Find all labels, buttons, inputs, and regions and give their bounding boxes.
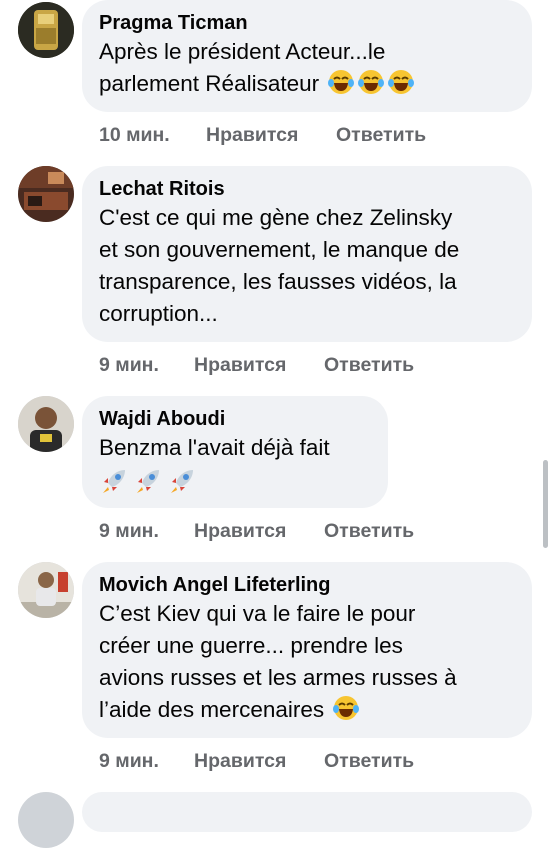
comment-author[interactable]: Wajdi Aboudi bbox=[99, 406, 370, 432]
comment-author[interactable]: Movich Angel Lifeterling bbox=[99, 572, 514, 598]
comment-text-line: Après le président Acteur...le bbox=[99, 39, 386, 64]
comment-text: Après le président Acteur...le parlement… bbox=[99, 36, 514, 100]
like-button[interactable]: Нравится bbox=[194, 519, 324, 543]
rocket-emoji-icon bbox=[137, 470, 159, 493]
avatar-image bbox=[18, 562, 74, 618]
reply-button[interactable]: Ответить bbox=[336, 123, 426, 147]
comment-text-line: transparence, les fausses vidéos, la bbox=[99, 269, 457, 294]
avatar[interactable] bbox=[18, 396, 74, 452]
comment-time[interactable]: 10 мин. bbox=[99, 123, 206, 147]
like-button[interactable]: Нравится bbox=[206, 123, 336, 147]
comment-text-line: parlement Réalisateur bbox=[99, 68, 514, 100]
scrollbar[interactable] bbox=[543, 460, 548, 548]
comment-text-line: C’est Kiev qui va le faire le pour bbox=[99, 601, 416, 626]
avatar-image bbox=[18, 2, 74, 58]
comment-text-line: créer une guerre... prendre les bbox=[99, 633, 403, 658]
comment-text-line: C'est ce qui me gène chez Zelinsky bbox=[99, 205, 453, 230]
comment-text-line: avions russes et les armes russes à bbox=[99, 665, 457, 690]
comment-actions: 9 мин. Нравится Ответить bbox=[99, 353, 414, 377]
comment-text: C'est ce qui me gène chez Zelinsky et so… bbox=[99, 202, 514, 330]
avatar[interactable] bbox=[18, 2, 74, 58]
comment-text: Benzma l'avait déjà fait bbox=[99, 432, 370, 498]
comment-text-line: corruption... bbox=[99, 301, 218, 326]
reply-button[interactable]: Ответить bbox=[324, 519, 414, 543]
comment-text-line: l’aide des mercenaires bbox=[99, 694, 514, 726]
like-button[interactable]: Нравится bbox=[194, 353, 324, 377]
comment-time[interactable]: 9 мин. bbox=[99, 519, 194, 543]
comment-text-line: l’aide des mercenaires bbox=[99, 697, 325, 722]
comment-bubble: Lechat Ritois C'est ce qui me gène chez … bbox=[82, 166, 532, 342]
comment-bubble bbox=[82, 792, 532, 832]
comment-emojis bbox=[99, 464, 370, 498]
rocket-emoji-icon bbox=[103, 470, 125, 493]
comment-time[interactable]: 9 мин. bbox=[99, 353, 194, 377]
reply-button[interactable]: Ответить bbox=[324, 749, 414, 773]
comment-bubble: Wajdi Aboudi Benzma l'avait déjà fait bbox=[82, 396, 388, 508]
avatar-image bbox=[18, 396, 74, 452]
laughing-tears-emoji-icon bbox=[388, 70, 415, 94]
comment-actions: 10 мин. Нравится Ответить bbox=[99, 123, 426, 147]
comment-text: C’est Kiev qui va le faire le pour créer… bbox=[99, 598, 514, 726]
rocket-emoji-icon bbox=[171, 470, 193, 493]
comment-text-line: et son gouvernement, le manque de bbox=[99, 237, 460, 262]
avatar[interactable] bbox=[18, 792, 74, 848]
avatar[interactable] bbox=[18, 166, 74, 222]
comment-time[interactable]: 9 мин. bbox=[99, 749, 194, 773]
comment-author[interactable]: Pragma Ticman bbox=[99, 10, 514, 36]
comment-actions: 9 мин. Нравится Ответить bbox=[99, 519, 414, 543]
comment-bubble: Movich Angel Lifeterling C’est Kiev qui … bbox=[82, 562, 532, 738]
reply-button[interactable]: Ответить bbox=[324, 353, 414, 377]
avatar-image bbox=[18, 166, 74, 222]
like-button[interactable]: Нравится bbox=[194, 749, 324, 773]
comment-author[interactable]: Lechat Ritois bbox=[99, 176, 514, 202]
comment-text-line: Benzma l'avait déjà fait bbox=[99, 435, 330, 460]
laughing-tears-emoji-icon bbox=[333, 696, 360, 720]
comment-actions: 9 мин. Нравится Ответить bbox=[99, 749, 414, 773]
comment-text-line: parlement Réalisateur bbox=[99, 71, 320, 96]
laughing-tears-emoji-icon bbox=[328, 70, 355, 94]
comment-bubble: Pragma Ticman Après le président Acteur.… bbox=[82, 0, 532, 112]
laughing-tears-emoji-icon bbox=[358, 70, 385, 94]
avatar[interactable] bbox=[18, 562, 74, 618]
